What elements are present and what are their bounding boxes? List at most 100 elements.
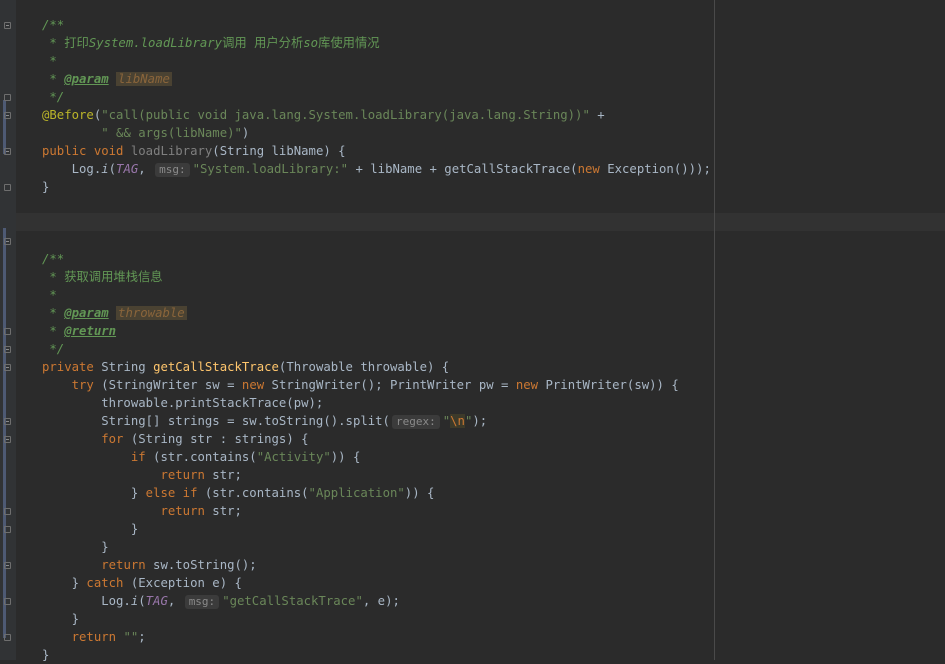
fold-toggle-icon[interactable]: [4, 148, 11, 155]
editor-gutter: [0, 0, 16, 660]
code-token: Log.: [42, 594, 131, 608]
code-token: "Activity": [256, 450, 331, 464]
code-line[interactable]: String[] strings = sw.toString().split(r…: [42, 412, 711, 430]
code-token: " && args(libName)": [101, 126, 242, 140]
code-token: libName: [116, 72, 172, 86]
fold-toggle-icon[interactable]: [4, 112, 11, 119]
code-token: @param: [64, 306, 109, 320]
parameter-hint: msg:: [155, 163, 190, 177]
code-token: PrintWriter(sw)) {: [538, 378, 679, 392]
code-line[interactable]: return sw.toString();: [42, 556, 711, 574]
code-line[interactable]: /**: [42, 250, 711, 268]
code-line[interactable]: @Before("call(public void java.lang.Syst…: [42, 106, 711, 124]
fold-toggle-icon[interactable]: [4, 436, 11, 443]
code-token: new: [515, 378, 539, 392]
code-line[interactable]: for (String str : strings) {: [42, 430, 711, 448]
code-line[interactable]: */: [42, 88, 711, 106]
code-token: ": [442, 414, 451, 428]
code-line[interactable]: * @param throwable: [42, 304, 711, 322]
fold-toggle-icon[interactable]: [4, 364, 11, 371]
code-line[interactable]: if (str.contains("Activity")) {: [42, 448, 711, 466]
fold-end-icon[interactable]: [4, 184, 11, 191]
fold-toggle-icon[interactable]: [4, 238, 11, 245]
code-line[interactable]: } catch (Exception e) {: [42, 574, 711, 592]
fold-toggle-icon[interactable]: [4, 346, 11, 353]
code-token: str;: [204, 504, 242, 518]
code-line[interactable]: throwable.printStackTrace(pw);: [42, 394, 711, 412]
code-token: Log.: [42, 162, 102, 176]
fold-toggle-icon[interactable]: [4, 562, 11, 569]
code-token: \n: [450, 414, 465, 428]
code-token: , e);: [362, 594, 400, 608]
change-marker: [3, 100, 6, 154]
code-line[interactable]: * 打印System.loadLibrary调用 用户分析so库使用情况: [42, 34, 711, 52]
fold-end-icon[interactable]: [4, 508, 11, 515]
fold-end-icon[interactable]: [4, 598, 11, 605]
code-line[interactable]: *: [42, 52, 711, 70]
code-token: i: [101, 162, 109, 176]
code-token: *: [42, 324, 65, 338]
code-token: new: [577, 162, 600, 176]
code-token: @param: [64, 72, 109, 86]
code-line[interactable]: [42, 232, 711, 250]
code-line[interactable]: [42, 196, 711, 214]
fold-end-icon[interactable]: [4, 328, 11, 335]
code-token: "": [123, 630, 139, 644]
code-token: sw.toString();: [145, 558, 257, 572]
code-line[interactable]: * 获取调用堆栈信息: [42, 268, 711, 286]
code-line[interactable]: * @return: [42, 322, 711, 340]
code-token: void: [93, 144, 124, 158]
code-token: /**: [42, 18, 65, 32]
code-token: new: [241, 378, 265, 392]
code-line[interactable]: return "";: [42, 628, 711, 646]
code-line[interactable]: " && args(libName)"): [42, 124, 711, 142]
code-line[interactable]: return str;: [42, 502, 711, 520]
code-token: (Throwable throwable) {: [278, 360, 450, 374]
code-token: }: [42, 612, 80, 626]
code-token: str;: [204, 468, 242, 482]
code-token: return: [160, 468, 205, 482]
code-line[interactable]: }: [42, 178, 711, 196]
code-line[interactable]: public void loadLibrary(String libName) …: [42, 142, 711, 160]
code-line[interactable]: */: [42, 340, 711, 358]
fold-end-icon[interactable]: [4, 634, 11, 641]
fold-toggle-icon[interactable]: [4, 22, 11, 29]
code-line[interactable]: }: [42, 610, 711, 628]
code-line[interactable]: /**: [42, 16, 711, 34]
code-line[interactable]: [42, 214, 711, 232]
code-line[interactable]: Log.i(TAG, msg: "System.loadLibrary:" + l…: [42, 160, 711, 178]
code-line[interactable]: Log.i(TAG, msg: "getCallStackTrace", e);: [42, 592, 711, 610]
code-token: "Application": [308, 486, 405, 500]
code-token: "getCallStackTrace": [222, 594, 363, 608]
code-token: *: [42, 54, 57, 68]
fold-end-icon[interactable]: [4, 526, 11, 533]
code-line[interactable]: return str;: [42, 466, 711, 484]
code-token: (str.contains(: [197, 486, 309, 500]
code-editor[interactable]: /** * 打印System.loadLibrary调用 用户分析so库使用情况…: [0, 0, 945, 662]
code-line[interactable]: * @param libName: [42, 70, 711, 88]
code-token: *: [42, 288, 57, 302]
code-token: StringWriter(); PrintWriter pw =: [264, 378, 516, 392]
code-token: */: [42, 90, 65, 104]
fold-toggle-icon[interactable]: [4, 418, 11, 425]
code-line[interactable]: *: [42, 286, 711, 304]
code-token: String[] strings = sw.toString().split(: [42, 414, 390, 428]
code-line[interactable]: }: [42, 646, 711, 664]
fold-end-icon[interactable]: [4, 94, 11, 101]
code-area[interactable]: /** * 打印System.loadLibrary调用 用户分析so库使用情况…: [42, 16, 711, 664]
code-line[interactable]: }: [42, 538, 711, 556]
code-token: "call(public void java.lang.System.loadL…: [101, 108, 590, 122]
code-line[interactable]: }: [42, 520, 711, 538]
code-line[interactable]: } else if (str.contains("Application")) …: [42, 484, 711, 502]
code-token: if: [130, 450, 146, 464]
parameter-hint: msg:: [184, 595, 220, 609]
code-line[interactable]: private String getCallStackTrace(Throwab…: [42, 358, 711, 376]
code-token: }: [42, 486, 146, 500]
code-line[interactable]: try (StringWriter sw = new StringWriter(…: [42, 376, 711, 394]
